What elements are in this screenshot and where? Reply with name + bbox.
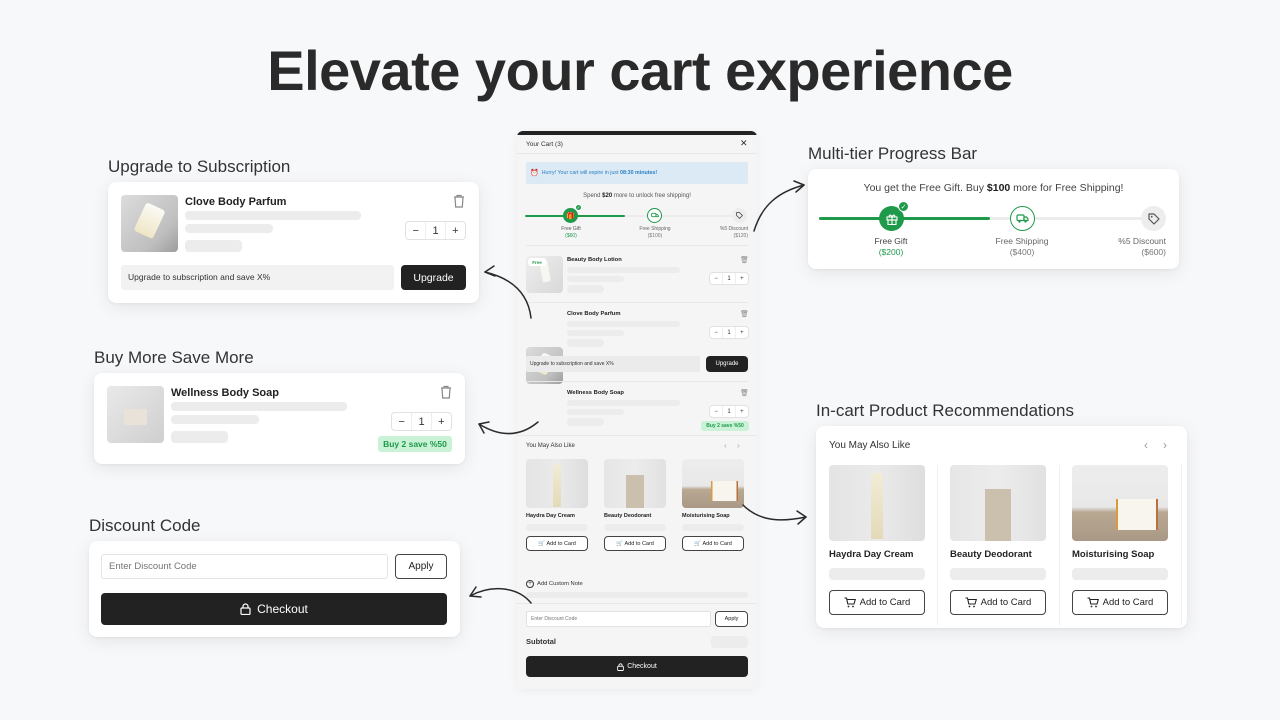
- arrow-subscription: [484, 271, 532, 319]
- connector-arrows: [469, 180, 807, 604]
- free-badge: Free: [528, 258, 546, 266]
- arrow-recommendations: [742, 504, 807, 521]
- arrow-bmsm: [478, 421, 539, 435]
- arrow-discount: [469, 587, 532, 604]
